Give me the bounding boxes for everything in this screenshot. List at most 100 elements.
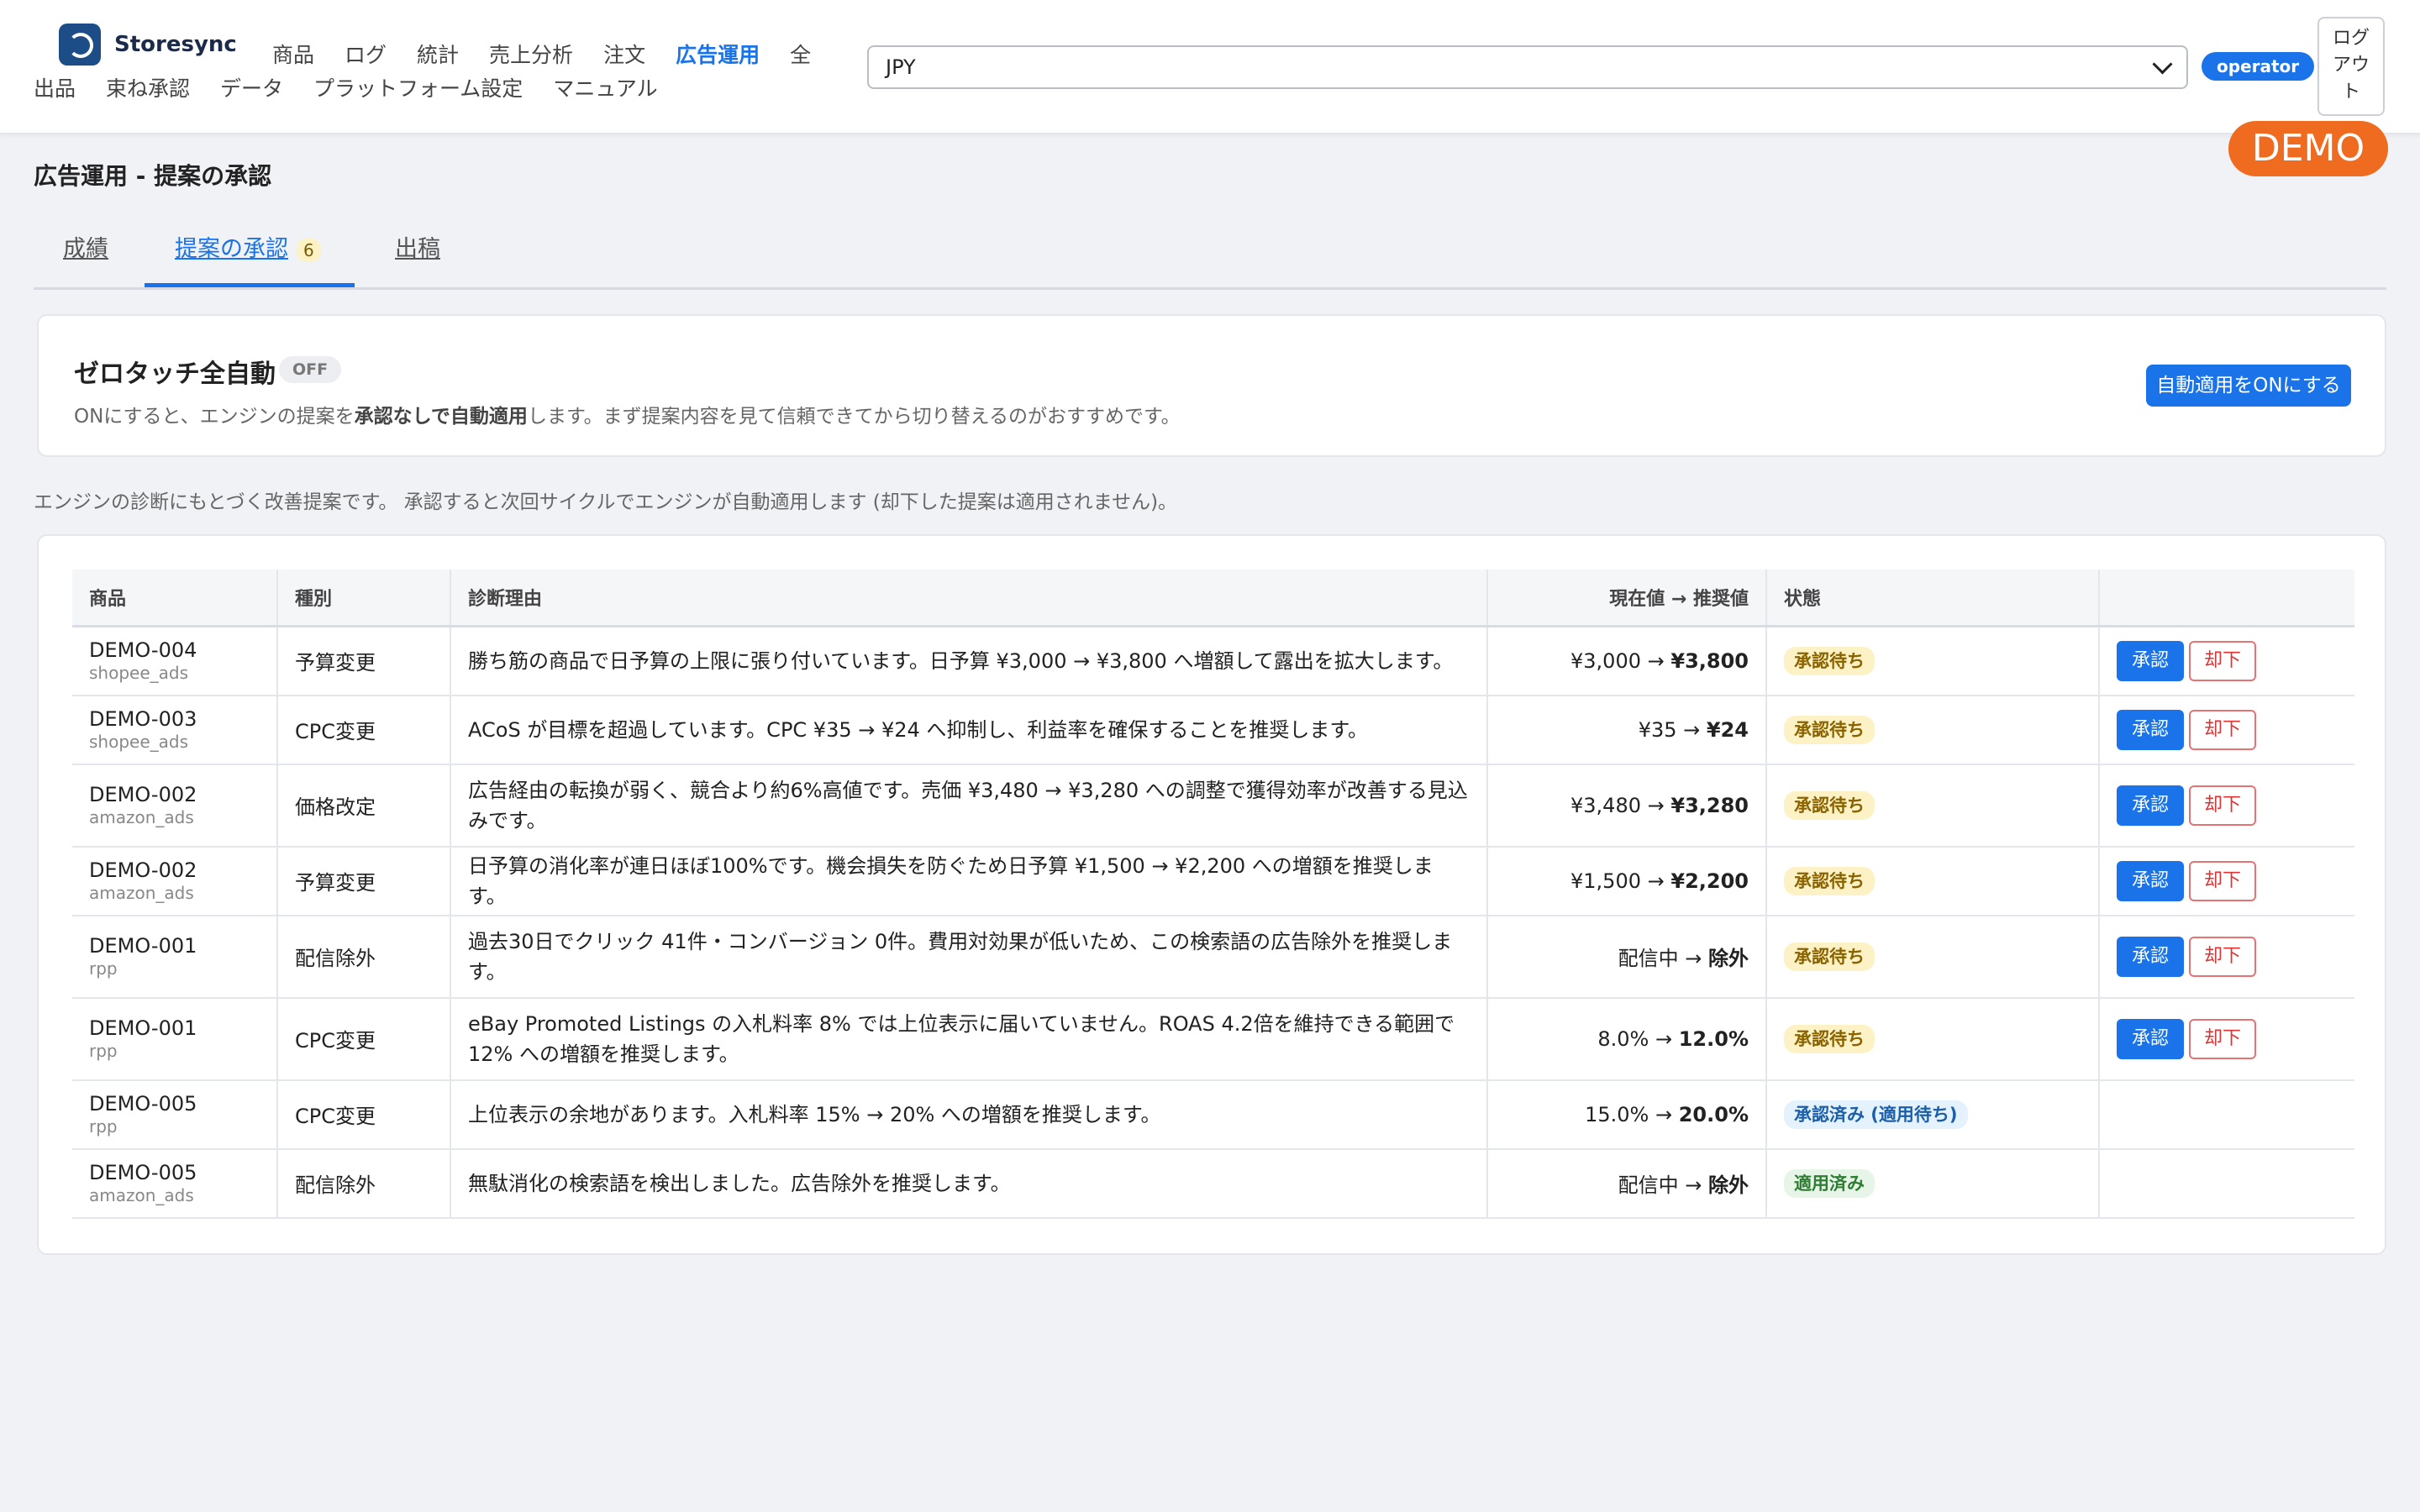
cell-product: DEMO-001 rpp xyxy=(72,915,278,999)
current-value: ¥3,480 xyxy=(1570,793,1641,817)
reject-button[interactable]: 却下 xyxy=(2189,640,2256,681)
arrow-right-icon: → xyxy=(1676,717,1707,742)
arrow-right-icon: → xyxy=(1678,947,1708,970)
tab-placement-label: 出稿 xyxy=(395,236,440,262)
nav-item-manual[interactable]: マニュアル xyxy=(553,76,657,101)
zero-touch-desc-bold: 承認なしで自動適用 xyxy=(354,406,528,428)
tab-performance[interactable]: 成績 xyxy=(63,220,108,286)
nav-item-orders[interactable]: 注文 xyxy=(603,43,645,67)
product-code: DEMO-003 xyxy=(89,706,197,731)
approve-button[interactable]: 承認 xyxy=(2117,709,2184,750)
cell-type: 予算変更 xyxy=(277,626,451,696)
nav-item-all[interactable]: 全 xyxy=(790,43,811,67)
tab-placement[interactable]: 出稿 xyxy=(395,220,440,286)
recommended-value: ¥3,280 xyxy=(1670,793,1749,817)
table-row: DEMO-004 shopee_ads 予算変更 勝ち筋の商品で日予算の上限に張り付い… xyxy=(72,626,2354,696)
nav-item-ads[interactable]: 広告運用 xyxy=(676,43,760,67)
product-code: DEMO-001 xyxy=(89,1016,197,1040)
nav-item-stats[interactable]: 統計 xyxy=(417,43,459,67)
header-reason[interactable]: 診断理由 xyxy=(450,570,1488,627)
arrow-right-icon: → xyxy=(1641,869,1671,893)
tab-approval[interactable]: 提案の承認 6 xyxy=(145,220,355,287)
current-value: ¥3,000 xyxy=(1570,648,1641,673)
zero-touch-description: ONにすると、エンジンの提案を承認なしで自動適用します。まず提案内容を見て信頼で… xyxy=(74,400,1181,428)
currency-select[interactable]: JPY xyxy=(867,45,2188,89)
header-status[interactable]: 状態 xyxy=(1766,570,2100,627)
zero-touch-desc-suffix: します。まず提案内容を見て信頼できてから切り替えるのがおすすめです。 xyxy=(527,406,1181,428)
cell-status: 適用済み xyxy=(1766,1148,2100,1219)
approve-button[interactable]: 承認 xyxy=(2117,640,2184,681)
cell-actions: 承認 却下 xyxy=(2099,846,2354,916)
cell-product: DEMO-005 amazon_ads xyxy=(72,1148,278,1219)
cell-actions: 承認 却下 xyxy=(2099,997,2354,1081)
cell-status: 承認待ち xyxy=(1766,626,2100,696)
reject-button[interactable]: 却下 xyxy=(2189,936,2256,977)
nav-item-sales-analysis[interactable]: 売上分析 xyxy=(489,43,573,67)
tab-performance-label: 成績 xyxy=(63,236,108,262)
recommended-value: 20.0% xyxy=(1678,1102,1749,1126)
cell-reason: 日予算の消化率が連日ほぼ100%です。機会損失を防ぐため日予算 ¥1,500 →… xyxy=(450,846,1488,916)
approve-button[interactable]: 承認 xyxy=(2117,860,2184,901)
product-code: DEMO-002 xyxy=(89,858,197,882)
proposals-table: 商品 種別 診断理由 現在値 → 推奨値 状態 DEMO-004 shopee_a… xyxy=(72,570,2354,1219)
arrow-right-icon: → xyxy=(1641,793,1671,817)
cell-status: 承認待ち xyxy=(1766,915,2100,999)
header-product[interactable]: 商品 xyxy=(72,570,278,627)
product-source: rpp xyxy=(89,1040,118,1061)
currency-value: JPY xyxy=(886,55,916,79)
cell-actions: 承認 却下 xyxy=(2099,764,2354,848)
arrow-right-icon: → xyxy=(1649,1026,1679,1051)
cell-status: 承認済み (適用待ち) xyxy=(1766,1079,2100,1150)
product-code: DEMO-004 xyxy=(89,638,197,662)
cell-type: 配信除外 xyxy=(277,915,451,999)
current-value: 15.0% xyxy=(1585,1102,1649,1126)
approve-button[interactable]: 承認 xyxy=(2117,936,2184,977)
nav-item-logs[interactable]: ログ xyxy=(345,43,387,67)
cell-values: 15.0% → 20.0% xyxy=(1487,1079,1767,1150)
reject-button[interactable]: 却下 xyxy=(2189,709,2256,750)
current-value: ¥1,500 xyxy=(1570,869,1641,893)
nav-item-platform-settings[interactable]: プラットフォーム設定 xyxy=(313,76,523,101)
zero-touch-desc-prefix: ONにすると、エンジンの提案を xyxy=(74,406,355,428)
status-badge: 承認待ち xyxy=(1784,866,1875,895)
cell-reason: 広告経由の転換が弱く、競合より約6%高値です。売価 ¥3,480 → ¥3,28… xyxy=(450,764,1488,848)
current-value: 配信中 xyxy=(1618,1173,1679,1197)
proposals-card: 商品 種別 診断理由 現在値 → 推奨値 状態 DEMO-004 shopee_a… xyxy=(37,534,2386,1255)
zero-touch-status-badge: OFF xyxy=(279,356,342,383)
reject-button[interactable]: 却下 xyxy=(2189,1018,2256,1059)
status-badge: 承認待ち xyxy=(1784,790,1875,820)
tab-approval-label: 提案の承認 xyxy=(175,236,288,262)
logout-button[interactable]: ログ アウ ト xyxy=(2317,17,2385,116)
cell-actions xyxy=(2099,1079,2354,1150)
arrow-right-icon: → xyxy=(1641,648,1671,673)
nav-item-data[interactable]: データ xyxy=(220,76,283,101)
cell-type: 配信除外 xyxy=(277,1148,451,1219)
header-values[interactable]: 現在値 → 推奨値 xyxy=(1487,570,1767,627)
current-value: 8.0% xyxy=(1597,1026,1649,1051)
approve-button[interactable]: 承認 xyxy=(2117,1018,2184,1059)
status-badge: 承認待ち xyxy=(1784,715,1875,744)
approve-button[interactable]: 承認 xyxy=(2117,785,2184,826)
cell-product: DEMO-002 amazon_ads xyxy=(72,846,278,916)
table-row: DEMO-005 rpp CPC変更 上位表示の余地があります。入札料率 15% → … xyxy=(72,1079,2354,1150)
arrow-right-icon: → xyxy=(1649,1102,1679,1126)
product-source: shopee_ads xyxy=(89,731,189,752)
role-badge: operator xyxy=(2202,52,2315,81)
enable-auto-apply-button[interactable]: 自動適用をONにする xyxy=(2146,365,2351,407)
product-code: DEMO-005 xyxy=(89,1091,197,1116)
cell-reason: 過去30日でクリック 41件・コンバージョン 0件。費用対効果が低いため、この検… xyxy=(450,915,1488,999)
product-code: DEMO-005 xyxy=(89,1160,197,1184)
reject-button[interactable]: 却下 xyxy=(2189,860,2256,901)
nav-item-products[interactable]: 商品 xyxy=(272,43,314,67)
header-type[interactable]: 種別 xyxy=(277,570,451,627)
product-source: shopee_ads xyxy=(89,662,189,683)
recommended-value: ¥3,800 xyxy=(1670,648,1749,673)
zero-touch-card: ゼロタッチ全自動 OFF ONにすると、エンジンの提案を承認なしで自動適用します… xyxy=(37,314,2386,457)
cell-actions: 承認 却下 xyxy=(2099,915,2354,999)
nav-item-listing[interactable]: 出品 xyxy=(34,76,76,101)
reject-button[interactable]: 却下 xyxy=(2189,785,2256,826)
cell-type: CPC変更 xyxy=(277,997,451,1081)
status-badge: 適用済み xyxy=(1784,1168,1875,1198)
nav-item-bundle-approval[interactable]: 束ね承認 xyxy=(106,76,190,101)
cell-reason: ACoS が目標を超過しています。CPC ¥35 → ¥24 へ抑制し、利益率を… xyxy=(450,695,1488,765)
